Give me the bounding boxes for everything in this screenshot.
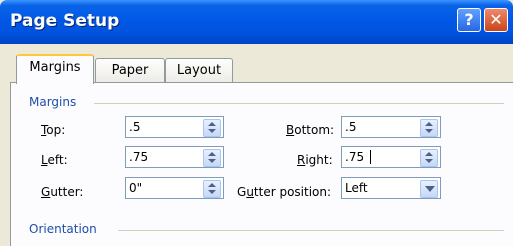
bottom-accel: B — [286, 123, 295, 137]
top-margin-value: .5 — [129, 120, 141, 134]
gutter-spinbox[interactable]: 0" — [125, 177, 224, 199]
window-title: Page Setup — [10, 11, 120, 31]
spin-down-icon — [208, 190, 216, 194]
tab-layout[interactable]: Layout — [165, 58, 233, 83]
spin-up-icon — [208, 152, 216, 156]
bottom-margin-spinbox[interactable]: .5 — [341, 116, 441, 138]
left-label: Left: — [41, 153, 68, 167]
text-caret — [370, 150, 371, 164]
spin-down-icon — [208, 129, 216, 133]
bottom-margin-spinner[interactable] — [420, 119, 438, 137]
bottom-label: Bottom: — [286, 123, 334, 137]
chevron-down-icon — [425, 186, 435, 192]
gutter-position-label-rest: tter position: — [253, 185, 332, 199]
right-margin-value: .75 — [345, 150, 365, 164]
bottom-label-rest: ottom: — [294, 123, 335, 137]
help-button[interactable]: ? — [457, 8, 481, 32]
orientation-section-heading: Orientation — [29, 222, 103, 236]
title-bar: Page Setup ? ✕ — [0, 0, 513, 44]
spin-down-icon — [425, 129, 433, 133]
margins-section-divider — [94, 103, 504, 104]
left-margin-spinbox[interactable]: .75 — [125, 146, 224, 168]
gutter-accel: G — [41, 185, 51, 199]
top-label-rest: op: — [46, 123, 66, 137]
gutter-position-dropdown-button[interactable] — [420, 180, 438, 198]
top-margin-spinner[interactable] — [203, 119, 221, 137]
orientation-section-divider — [118, 230, 504, 231]
spin-up-icon — [425, 122, 433, 126]
tab-margins[interactable]: Margins — [16, 54, 94, 84]
left-label-rest: eft: — [47, 153, 68, 167]
help-icon: ? — [464, 10, 474, 29]
top-margin-spinbox[interactable]: .5 — [125, 116, 224, 138]
right-label-rest: ight: — [305, 153, 333, 167]
gutter-spinner[interactable] — [203, 180, 221, 198]
gutter-position-label: Gutter position: — [237, 185, 331, 199]
tab-paper[interactable]: Paper — [95, 58, 165, 83]
gutter-value: 0" — [129, 181, 143, 195]
right-label: Right: — [297, 153, 333, 167]
right-margin-spinbox[interactable]: .75 — [341, 146, 441, 168]
gutter-position-accel: u — [246, 185, 254, 199]
gutter-position-value: Left — [345, 181, 368, 195]
gutter-position-dropdown[interactable]: Left — [341, 177, 441, 199]
top-label: Top: — [41, 123, 65, 137]
spin-up-icon — [208, 183, 216, 187]
right-margin-spinner[interactable] — [420, 149, 438, 167]
gutter-label-rest: utter: — [50, 185, 84, 199]
spin-up-icon — [208, 122, 216, 126]
margins-section-heading: Margins — [29, 95, 83, 109]
gutter-position-label-prefix: G — [237, 185, 247, 199]
spin-down-icon — [208, 159, 216, 163]
spin-up-icon — [425, 152, 433, 156]
close-icon: ✕ — [489, 10, 503, 29]
left-margin-value: .75 — [129, 150, 149, 164]
left-margin-spinner[interactable] — [203, 149, 221, 167]
close-button[interactable]: ✕ — [484, 8, 508, 32]
bottom-margin-value: .5 — [345, 120, 357, 134]
gutter-label: Gutter: — [41, 185, 83, 199]
spin-down-icon — [425, 159, 433, 163]
